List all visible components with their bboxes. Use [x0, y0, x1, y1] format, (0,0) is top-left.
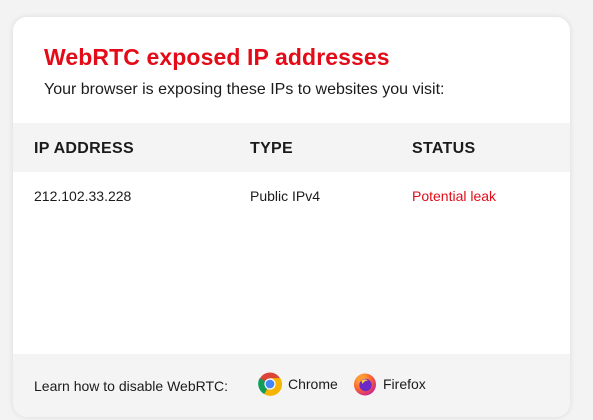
chrome-link[interactable]: Chrome [258, 371, 338, 397]
column-header-ip-address: IP ADDRESS [34, 140, 134, 157]
status-cell: Potential leak [412, 188, 497, 204]
column-header-type: TYPE [250, 140, 293, 157]
chrome-icon [258, 372, 282, 396]
ip-address-cell: 212.102.33.228 [34, 188, 132, 204]
table-header: IP ADDRESS TYPE STATUS [13, 123, 570, 172]
column-header-status: STATUS [412, 140, 476, 157]
webrtc-leak-card: WebRTC exposed IP addresses Your browser… [13, 17, 570, 417]
firefox-link[interactable]: Firefox [353, 371, 426, 397]
card-title: WebRTC exposed IP addresses [44, 44, 390, 70]
firefox-link-label: Firefox [383, 376, 426, 392]
chrome-link-label: Chrome [288, 376, 338, 392]
footer-text: Learn how to disable WebRTC: [34, 378, 229, 394]
ip-type-cell: Public IPv4 [250, 188, 321, 204]
card-footer: Learn how to disable WebRTC: Chrome Fire… [13, 354, 570, 417]
card-header: WebRTC exposed IP addresses Your browser… [13, 17, 570, 123]
table-body: 212.102.33.228 Public IPv4 Potential lea… [13, 172, 570, 354]
card-subtitle: Your browser is exposing these IPs to we… [44, 81, 445, 98]
firefox-icon [354, 373, 376, 396]
